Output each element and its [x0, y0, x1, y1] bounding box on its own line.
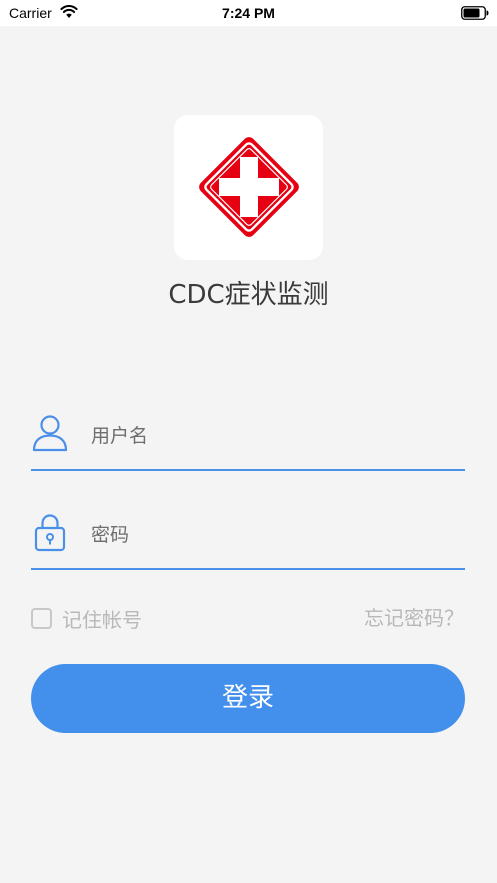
status-bar: Carrier 7:24 PM	[0, 0, 497, 26]
username-field	[31, 411, 465, 471]
clock: 7:24 PM	[222, 5, 275, 21]
red-cross-icon	[199, 137, 299, 237]
password-field	[31, 510, 465, 570]
username-underline	[31, 469, 465, 471]
remember-label: 记住帐号	[62, 607, 142, 632]
app-title: CDC症状监测	[168, 280, 329, 310]
user-icon	[32, 415, 68, 452]
username-input[interactable]	[91, 419, 451, 453]
remember-account-toggle[interactable]: 记住帐号	[31, 603, 142, 633]
lock-icon	[34, 514, 66, 552]
password-underline	[31, 568, 465, 570]
battery-icon	[461, 6, 489, 20]
app-logo	[174, 115, 323, 260]
forgot-password-link[interactable]: 忘记密码？	[364, 603, 464, 633]
login-button[interactable]: 登录	[31, 664, 465, 733]
remember-checkbox[interactable]	[31, 607, 52, 629]
password-input[interactable]	[91, 518, 451, 552]
